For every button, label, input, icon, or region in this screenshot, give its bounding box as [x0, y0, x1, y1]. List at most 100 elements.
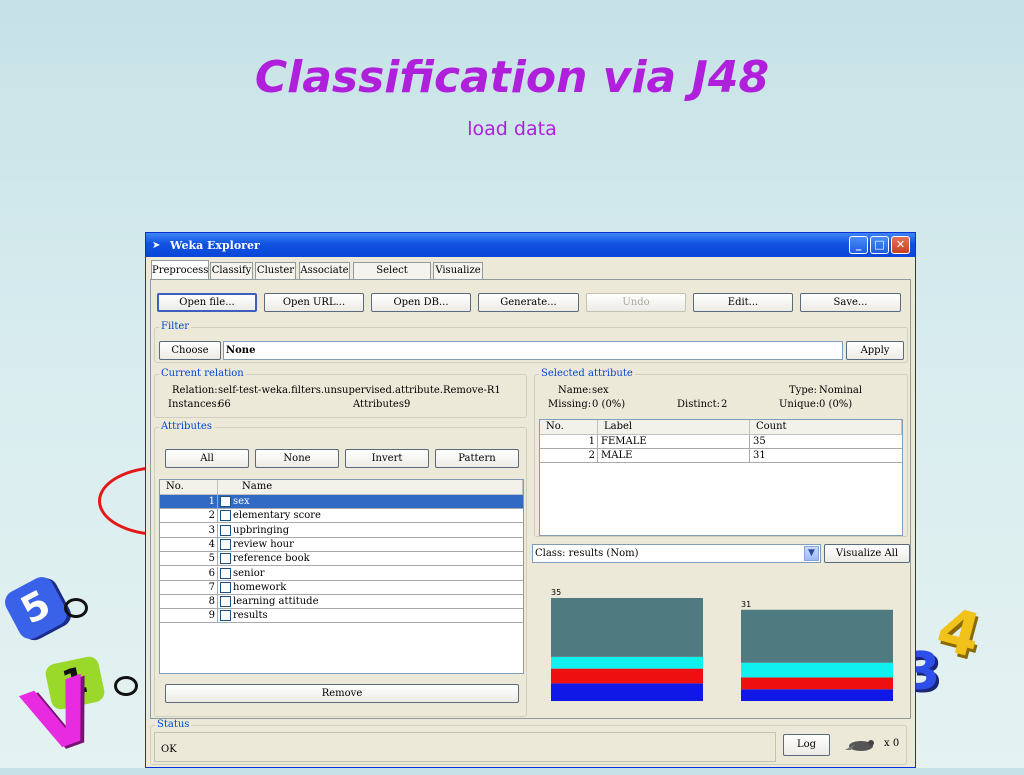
- attr-checkbox[interactable]: [220, 553, 231, 565]
- lc-header-label[interactable]: Label: [598, 420, 750, 435]
- table-row[interactable]: 1 sex: [160, 495, 523, 509]
- title-bar[interactable]: ➤ Weka Explorer _ □ ✕: [146, 233, 915, 257]
- selected-attribute-group: Selected attribute Name: sex Type: Nomin…: [534, 368, 908, 537]
- save-button[interactable]: Save...: [800, 293, 901, 312]
- attr-name: review hour: [233, 538, 294, 550]
- maximize-button[interactable]: □: [870, 236, 889, 254]
- attr-name: reference book: [233, 553, 310, 565]
- table-row[interactable]: 9 results: [160, 609, 523, 624]
- sel-distinct-value: 2: [721, 399, 728, 410]
- attr-name: elementary score: [233, 510, 321, 522]
- status-group: Status OK Log x 0: [150, 719, 907, 765]
- open-db-button[interactable]: Open DB...: [371, 293, 471, 312]
- open-url-button[interactable]: Open URL...: [264, 293, 364, 312]
- lc-count: 31: [753, 450, 766, 461]
- tab-associate[interactable]: Associate: [299, 262, 350, 279]
- table-row[interactable]: 8 learning attitude: [160, 595, 523, 610]
- table-row[interactable]: 2 MALE 31: [540, 449, 902, 463]
- all-button[interactable]: All: [165, 449, 249, 468]
- weka-bird-status-icon: [841, 738, 879, 752]
- instances-value: 66: [218, 399, 231, 410]
- class-distribution-chart: 35 31: [551, 588, 893, 701]
- sel-name-value: sex: [592, 385, 609, 396]
- invert-button[interactable]: Invert: [345, 449, 429, 468]
- attr-header-no[interactable]: No.: [160, 480, 218, 495]
- attr-checkbox[interactable]: [220, 538, 231, 550]
- tab-cluster[interactable]: Cluster: [255, 262, 296, 279]
- attr-name: upbringing: [233, 524, 290, 536]
- filter-group: Filter Choose None Apply: [154, 321, 908, 363]
- bar-segment-male-3: [741, 609, 893, 663]
- class-select-value: Class: results (Nom): [535, 548, 639, 559]
- chevron-down-icon[interactable]: ▼: [804, 546, 819, 561]
- instances-label: Instances:: [168, 399, 220, 410]
- weka-explorer-window: ➤ Weka Explorer _ □ ✕ Preprocess Classif…: [145, 232, 916, 768]
- attr-no: 8: [160, 595, 218, 609]
- filter-value-field[interactable]: None: [223, 341, 843, 360]
- lc-header-count[interactable]: Count: [750, 420, 902, 435]
- edit-button[interactable]: Edit...: [693, 293, 793, 312]
- label-count-table[interactable]: No. Label Count 1 FEMALE 35 2 MALE 31: [539, 419, 903, 536]
- table-row[interactable]: 1 FEMALE 35: [540, 435, 902, 449]
- current-relation-label: Current relation: [159, 368, 246, 379]
- ring-decoration-2: [114, 676, 138, 696]
- selected-attribute-label: Selected attribute: [539, 368, 635, 379]
- lc-count: 35: [753, 436, 766, 447]
- attr-no: 4: [160, 537, 218, 551]
- slide-subtitle: load data: [467, 118, 557, 140]
- attr-checkbox[interactable]: [220, 524, 231, 536]
- bar-segment-female-0: [551, 683, 703, 701]
- none-button[interactable]: None: [255, 449, 339, 468]
- close-button[interactable]: ✕: [891, 236, 910, 254]
- attr-checkbox[interactable]: [220, 610, 231, 622]
- weka-bird-icon: ➤: [152, 240, 161, 251]
- bar-segment-female-2: [551, 656, 703, 669]
- tab-classify[interactable]: Classify: [210, 262, 253, 279]
- visualize-all-button[interactable]: Visualize All: [824, 544, 910, 563]
- table-row[interactable]: 7 homework: [160, 580, 523, 595]
- remove-button[interactable]: Remove: [165, 684, 519, 703]
- attr-checkbox[interactable]: [220, 496, 231, 507]
- undo-button[interactable]: Undo: [586, 293, 686, 312]
- attr-checkbox[interactable]: [220, 596, 231, 608]
- attr-checkbox[interactable]: [220, 510, 231, 522]
- lc-no: 1: [540, 435, 598, 448]
- relation-value: self-test-weka.filters.unsupervised.attr…: [218, 385, 501, 396]
- sel-distinct-label: Distinct:: [677, 399, 720, 410]
- attr-no: 7: [160, 580, 218, 594]
- sel-unique-label: Unique:: [779, 399, 820, 410]
- class-select[interactable]: Class: results (Nom) ▼: [532, 544, 821, 563]
- sel-type-label: Type:: [789, 385, 818, 396]
- tab-preprocess[interactable]: Preprocess: [151, 260, 209, 279]
- choose-button[interactable]: Choose: [159, 341, 221, 360]
- status-value: OK: [161, 744, 177, 755]
- table-row[interactable]: 5 reference book: [160, 552, 523, 567]
- digit-5-decoration: 5: [0, 572, 72, 644]
- status-area: Status OK Log x 0: [150, 719, 911, 765]
- tab-visualize[interactable]: Visualize: [433, 262, 483, 279]
- attributes-table[interactable]: No. Name 1 sex 2 elementary score 3 upbringin…: [159, 479, 524, 674]
- lc-header-no[interactable]: No.: [540, 420, 598, 435]
- attr-checkbox[interactable]: [220, 567, 231, 579]
- generate-button[interactable]: Generate...: [478, 293, 579, 312]
- table-row[interactable]: 3 upbringing: [160, 523, 523, 538]
- attr-header-name[interactable]: Name: [218, 480, 523, 495]
- slide-title: Classification via J48: [254, 52, 770, 103]
- attr-no: 2: [160, 509, 218, 523]
- pattern-button[interactable]: Pattern: [435, 449, 519, 468]
- bar-segment-female-3: [551, 598, 703, 657]
- apply-button[interactable]: Apply: [846, 341, 904, 360]
- tab-select-attributes[interactable]: Select attributes: [353, 262, 431, 291]
- attributes-group: Attributes All None Invert Pattern No. N…: [154, 421, 527, 717]
- log-button[interactable]: Log: [783, 734, 830, 756]
- minimize-button[interactable]: _: [849, 236, 868, 254]
- table-row[interactable]: 4 review hour: [160, 537, 523, 552]
- status-label: Status: [155, 719, 192, 730]
- table-row[interactable]: 6 senior: [160, 566, 523, 581]
- attr-checkbox[interactable]: [220, 581, 231, 593]
- attr-no: 1: [160, 495, 218, 508]
- open-file-button[interactable]: Open file...: [157, 293, 257, 312]
- attr-no: 5: [160, 552, 218, 566]
- bar-count-label: 35: [551, 588, 561, 597]
- table-row[interactable]: 2 elementary score: [160, 509, 523, 524]
